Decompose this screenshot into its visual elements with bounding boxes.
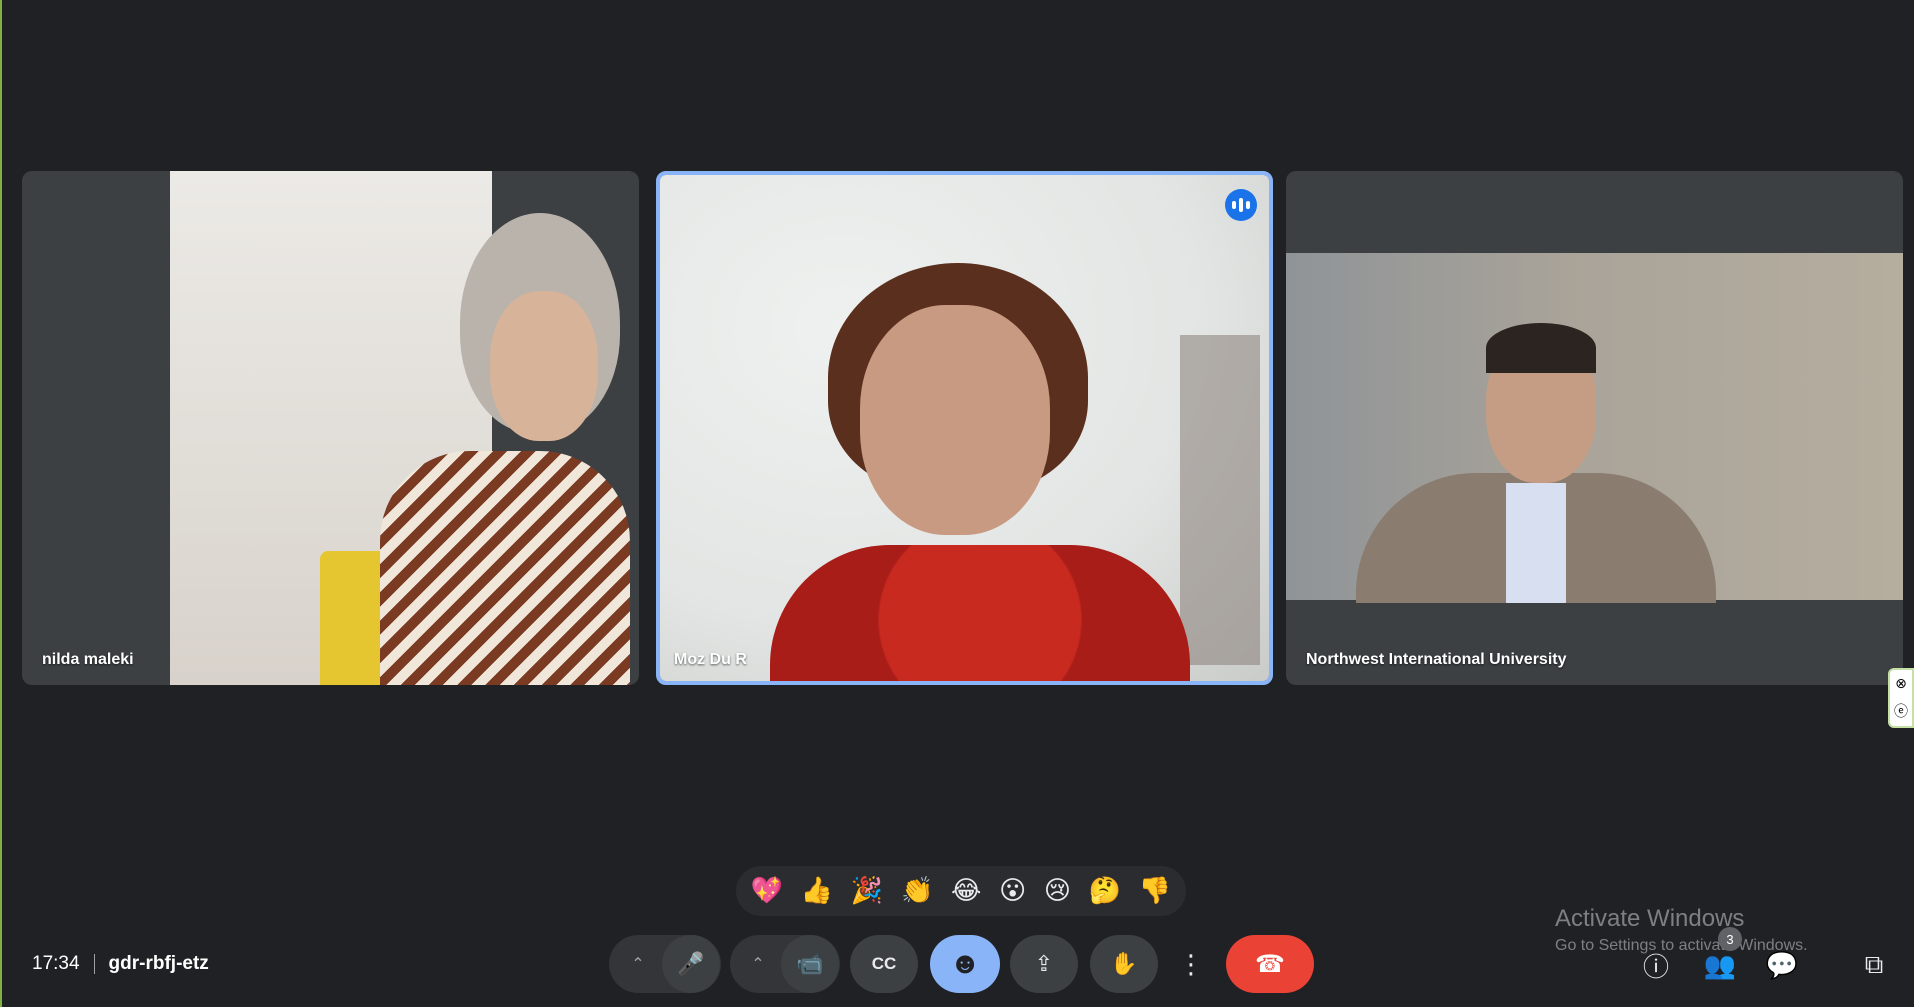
microphone-button[interactable]: 🎤 [662, 935, 720, 993]
more-options-button[interactable]: ⋮ [1168, 935, 1214, 993]
video-subject [860, 305, 1050, 535]
end-call-button[interactable]: ☎ [1226, 935, 1314, 993]
video-background [1180, 335, 1260, 665]
mic-options-button[interactable]: ⌃ [624, 949, 652, 979]
video-subject [490, 291, 598, 441]
reaction-laughing[interactable]: 😂 [951, 878, 981, 904]
video-subject [1506, 483, 1566, 603]
participant-video [1286, 253, 1903, 603]
meeting-code[interactable]: gdr-rbfj-etz [109, 953, 209, 975]
close-icon[interactable]: ⊗ [1895, 675, 1907, 692]
reaction-thumbs-up[interactable]: 👍 [801, 878, 833, 904]
meeting-time: 17:34 [32, 953, 80, 974]
people-count-badge: 3 [1718, 927, 1742, 951]
reaction-party-popper[interactable]: 🎉 [851, 878, 883, 904]
participant-name: nilda maleki [42, 651, 134, 668]
video-subject [770, 545, 1190, 681]
camera-options-button[interactable]: ⌃ [744, 949, 772, 979]
video-subject [380, 451, 630, 685]
watermark-title: Activate Windows [1555, 905, 1745, 932]
people-button[interactable]: 👥 3 [1700, 927, 1742, 985]
reaction-clapping[interactable]: 👏 [901, 878, 933, 904]
extension-icon[interactable]: ⓔ [1894, 701, 1908, 721]
reaction-crying[interactable]: 😢 [1044, 878, 1071, 904]
reaction-surprised[interactable]: 😮 [999, 878, 1026, 904]
camera-button[interactable]: 📹 [781, 935, 839, 993]
meeting-info: 17:34 gdr-rbfj-etz [32, 953, 209, 975]
side-extension-widget[interactable]: ⊗ ⓔ [1888, 668, 1914, 728]
activities-button[interactable]: ⧉ [1854, 945, 1894, 985]
meeting-details-button[interactable]: ⓘ [1636, 945, 1676, 985]
participant-name: Northwest International University [1306, 651, 1567, 668]
participant-tile-nilda-maleki[interactable]: nilda maleki [22, 171, 639, 685]
captions-button[interactable]: CC [850, 935, 918, 993]
emoji-reactions-button[interactable]: ☻ [930, 935, 1000, 993]
reaction-thumbs-down[interactable]: 👎 [1139, 878, 1171, 904]
reactions-bar: 💖 👍 🎉 👏 😂 😮 😢 🤔 👎 [736, 866, 1186, 916]
reaction-sparkling-heart[interactable]: 💖 [751, 878, 783, 904]
participant-video [170, 171, 630, 685]
participant-name: Moz Du R [674, 651, 747, 668]
chat-button[interactable]: 💬 [1762, 945, 1802, 985]
divider [93, 954, 95, 974]
reaction-thinking[interactable]: 🤔 [1089, 878, 1121, 904]
present-screen-button[interactable]: ⇪ [1010, 935, 1078, 993]
people-icon: 👥 [1703, 949, 1737, 980]
video-subject [1486, 323, 1596, 373]
participant-video [660, 175, 1269, 681]
raise-hand-button[interactable]: ✋ [1090, 935, 1158, 993]
speaking-indicator-icon [1225, 189, 1257, 221]
participant-tile-moz-du-r[interactable]: Moz Du R [656, 171, 1273, 685]
participant-tile-northwest-international-university[interactable]: Northwest International University [1286, 171, 1903, 685]
